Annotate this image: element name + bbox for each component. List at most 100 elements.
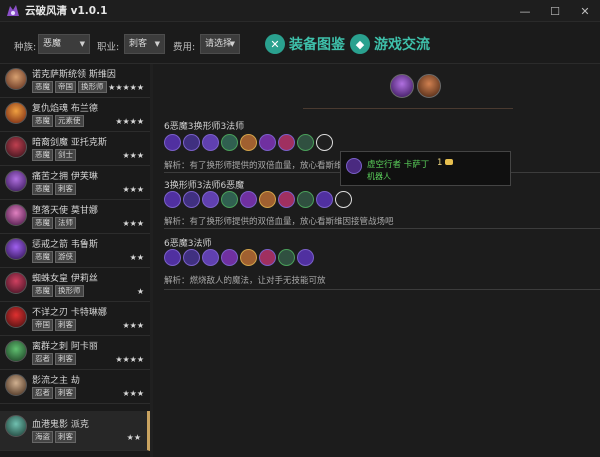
chevron-down-icon: ▼ [154,40,160,48]
selected-heroes [390,74,441,98]
class-filter-label: 职业: [97,42,120,53]
hero-chip[interactable] [240,249,257,266]
hero-chip[interactable] [240,134,257,151]
class-tag: 换形师 [55,285,84,297]
list-item[interactable]: 诺克萨斯统领 斯维因 恶魔 帝国 换形师 ★★★★★ [0,64,150,98]
hero-chip[interactable] [221,134,238,151]
star-rating: ★★★ [122,185,144,194]
race-tag: 帝国 [32,319,53,331]
list-item[interactable]: 痛苦之拥 伊芙琳 恶魔 刺客 ★★★ [0,166,150,200]
composition-panel: 6恶魔3换形师3法师 解析：有了换形师提供的双倍血量，放心看斯维因 3换形师3法… [153,64,600,457]
equipment-book-icon: ✕ [265,34,285,54]
hero-chip-row [164,134,333,151]
list-item[interactable]: 血港鬼影 派克 海盗 刺客 ★★ [0,411,150,451]
tooltip-hero-name: 虚空行者 卡萨丁 [367,160,430,170]
hero-chip[interactable] [164,134,181,151]
class-tag: 刺客 [55,353,76,365]
hero-chip[interactable] [316,191,333,208]
composition-title: 6恶魔3换形师3法师 [164,122,245,132]
hero-name: 不详之刃 卡特琳娜 [32,308,107,318]
hero-chip[interactable] [259,134,276,151]
race-tag: 忍者 [32,353,53,365]
race-tag: 忍者 [32,387,53,399]
hero-chip[interactable] [335,191,352,208]
race-tag: 帝国 [55,81,76,93]
hero-chip[interactable] [278,249,295,266]
hero-chip[interactable] [278,191,295,208]
race-tag: 恶魔 [32,149,53,161]
star-rating: ★★★★ [115,355,144,364]
hero-chip[interactable] [259,249,276,266]
hero-name: 蜘蛛女皇 伊莉丝 [32,274,98,284]
hero-chip[interactable] [164,191,181,208]
game-community-button[interactable]: ◆ 游戏交流 [350,32,430,56]
list-item[interactable]: 不详之刃 卡特琳娜 帝国 刺客 ★★★ [0,302,150,336]
list-item[interactable]: 暗裔剑魔 亚托克斯 恶魔 剑士 ★★★ [0,132,150,166]
close-button[interactable]: ✕ [570,0,600,22]
hero-chip-row [164,191,352,208]
star-rating: ★★★ [122,219,144,228]
divider [164,289,600,290]
equipment-guide-label: 装备图鉴 [289,37,345,53]
hero-chip[interactable] [183,134,200,151]
hero-chip[interactable] [202,191,219,208]
list-item[interactable]: 影流之主 劫 忍者 刺客 ★★★ [0,370,150,404]
race-select-value: 恶魔 [43,39,62,49]
composition-desc: 解析：有了换形师提供的双倍血量，放心看斯维因 [164,161,352,171]
minimize-button[interactable]: — [510,0,540,22]
star-rating: ★★★ [122,321,144,330]
hero-chip[interactable] [240,191,257,208]
title-bar: 云破风清 v1.0.1 — ☐ ✕ [0,0,600,22]
hero-chip[interactable] [202,249,219,266]
list-item[interactable]: 惩戒之箭 韦鲁斯 恶魔 游侠 ★★ [0,234,150,268]
hero-name: 堕落天使 莫甘娜 [32,206,98,216]
hero-chip[interactable] [297,249,314,266]
hero-name: 诺克萨斯统领 斯维因 [32,70,116,80]
hero-tooltip: 虚空行者 卡萨丁 1 机器人 [340,151,511,186]
hero-name: 影流之主 劫 [32,376,80,386]
race-tag: 海盗 [32,431,53,443]
hero-chip[interactable] [183,191,200,208]
class-select[interactable]: 刺客 ▼ [124,34,165,54]
hero-chip[interactable] [297,134,314,151]
race-tag: 恶魔 [32,115,53,127]
star-rating: ★★ [129,253,144,262]
hero-chip[interactable] [278,134,295,151]
list-item[interactable]: 离群之刺 阿卡丽 忍者 刺客 ★★★★ [0,336,150,370]
hero-chip[interactable] [297,191,314,208]
class-tag: 刺客 [55,431,76,443]
avatar [5,204,27,226]
class-tag: 元素使 [55,115,84,127]
hero-name: 复仇焰魂 布兰德 [32,104,98,114]
hero-name: 暗裔剑魔 亚托克斯 [32,138,107,148]
avatar[interactable] [390,74,414,98]
hero-chip[interactable] [183,249,200,266]
star-rating: ★ [136,287,144,296]
cost-select[interactable]: 请选择 ▼ [200,34,240,54]
race-tag: 恶魔 [32,285,53,297]
list-item[interactable]: 堕落天使 莫甘娜 恶魔 法师 ★★★ [0,200,150,234]
hero-chip[interactable] [202,134,219,151]
class-tag: 法师 [55,217,76,229]
chat-icon: ◆ [350,34,370,54]
avatar [5,272,27,294]
avatar[interactable] [417,74,441,98]
avatar [5,102,27,124]
composition-desc: 解析：燃烧敌人的魔法，让对手无技能可放 [164,276,326,286]
equipment-guide-button[interactable]: ✕ 装备图鉴 [265,32,345,56]
avatar [5,340,27,362]
race-tag: 恶魔 [32,251,53,263]
hero-chip[interactable] [221,191,238,208]
divider [164,228,600,229]
race-select[interactable]: 恶魔 ▼ [38,34,90,54]
hero-chip[interactable] [164,249,181,266]
chevron-down-icon: ▼ [229,40,235,48]
maximize-button[interactable]: ☐ [540,0,570,22]
hero-chip[interactable] [316,134,333,151]
list-item[interactable]: 复仇焰魂 布兰德 恶魔 元素使 ★★★★ [0,98,150,132]
cost-value: 1 [437,158,443,168]
hero-chip[interactable] [259,191,276,208]
list-item[interactable]: 蜘蛛女皇 伊莉丝 恶魔 换形师 ★ [0,268,150,302]
chevron-down-icon: ▼ [79,40,85,48]
hero-chip[interactable] [221,249,238,266]
